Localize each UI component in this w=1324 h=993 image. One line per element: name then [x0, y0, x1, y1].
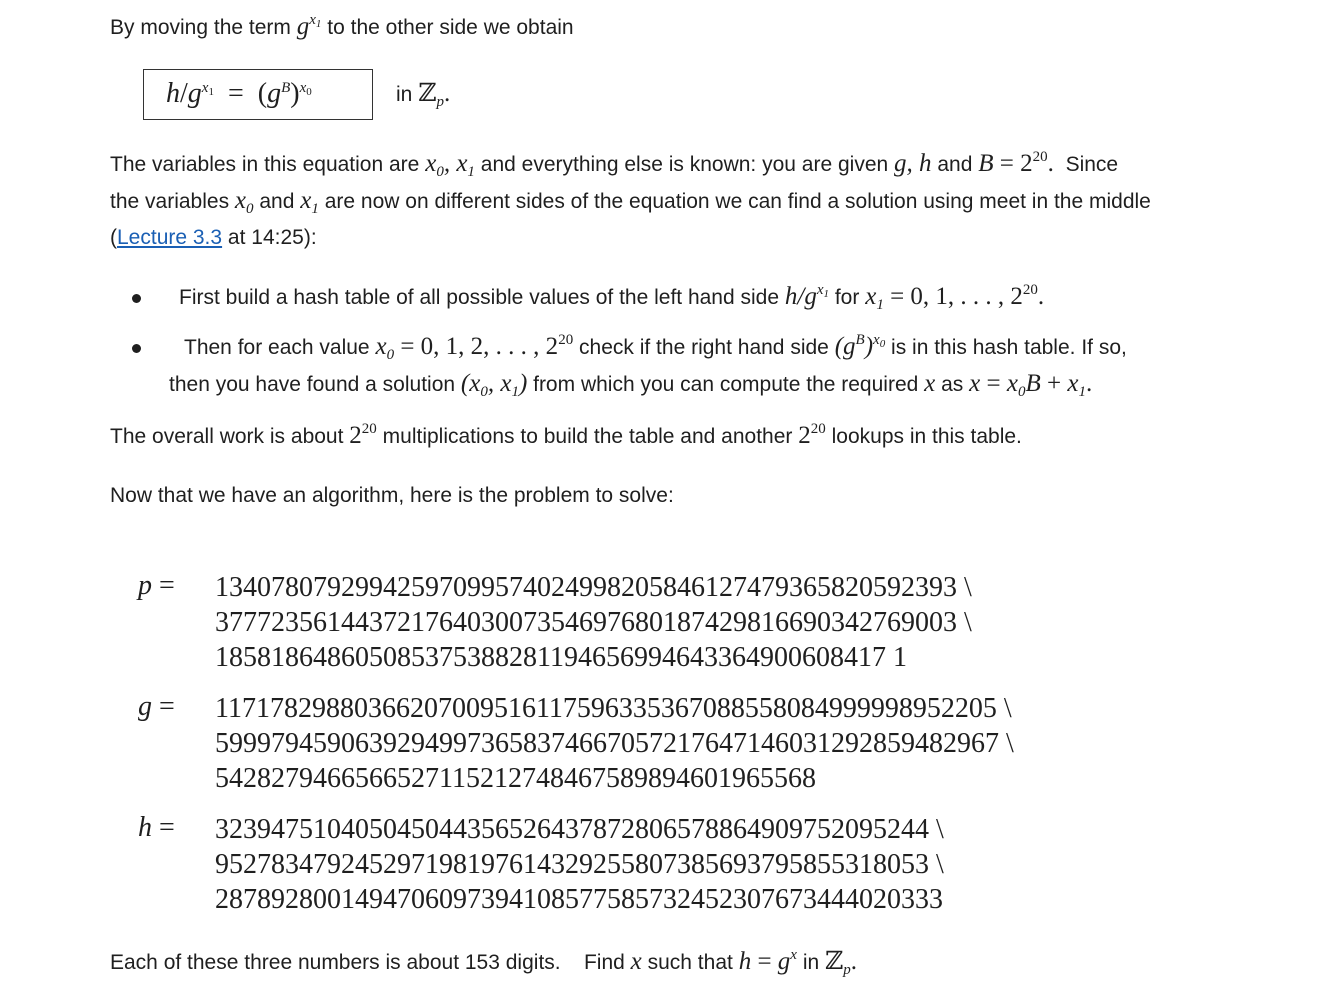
bullet-item-1: First build a hash table of all possible… — [179, 278, 1044, 316]
text-different-sides: are now on different sides of the equati… — [324, 190, 1151, 213]
open-paren: ( — [110, 226, 117, 249]
in-zp-label: in ℤp. — [396, 78, 451, 110]
math-zp-footer: ℤp. — [825, 946, 858, 978]
problem-intro: Now that we have an algorithm, here is t… — [110, 484, 674, 507]
text-variables-are: The variables in this equation are — [110, 153, 420, 176]
math-zp: ℤp. — [418, 78, 451, 110]
bullet-dot-2 — [132, 344, 141, 353]
bullet-2-text-d: then you have found a solution — [169, 373, 456, 396]
variables-line-1: The variables in this equation are x0, x… — [110, 145, 1118, 183]
footer-paragraph: Each of these three numbers is about 153… — [110, 942, 857, 981]
variables-line-2: the variables x0 and x1 are now on diffe… — [110, 182, 1151, 220]
number-h-lines: 3239475104050450443565264378728065788649… — [215, 812, 944, 917]
text-and-2: and — [259, 190, 295, 213]
overall-text-a: The overall work is about — [110, 425, 344, 448]
math-g-h: g, h — [894, 150, 932, 177]
text-at-time: at 14:25): — [227, 226, 317, 249]
h-line-3: 2878928001494706097394108577585732452307… — [215, 884, 943, 915]
math-range-1: = 0, 1, . . . , 220. — [883, 282, 1045, 311]
p-line-3: 1858186486050853753882811946569946433649… — [215, 642, 907, 673]
bullet-1-for: for — [834, 286, 860, 309]
intro-paragraph: By moving the term gx1 to the other side… — [110, 8, 574, 46]
text-everything-else: and everything else is known: you are gi… — [480, 153, 889, 176]
math-x0B-x1: x0B — [1006, 370, 1041, 400]
overall-work-paragraph: The overall work is about 220 multiplica… — [110, 417, 1022, 455]
intro-text-before: By moving the term — [110, 16, 291, 39]
footer-text-find: Find — [583, 951, 625, 974]
math-x0-x1: x0, x1 — [425, 150, 475, 180]
text-the-variables: the variables — [110, 190, 230, 213]
bullet-item-2-line-1: Then for each value x0 = 0, 1, 2, . . . … — [184, 328, 1127, 366]
math-h-over-gx1: h/gx1 — [784, 282, 829, 311]
math-2-20-a: 220 — [349, 421, 377, 450]
math-x0: x0 — [234, 187, 254, 217]
number-p-lines: 1340780792994259709957402499820584612747… — [215, 570, 972, 675]
h-line-1: 3239475104050450443565264378728065788649… — [215, 814, 944, 845]
label-g: g = — [138, 691, 175, 722]
math-range-2: = 0, 1, 2, . . . , 220 — [394, 332, 574, 361]
math-g-x1: gx1 — [296, 12, 322, 41]
math-x: x — [924, 370, 936, 397]
equation-h-over-g: h/gx1 = (gB)x0 — [166, 78, 312, 109]
math-x-formula: x — [969, 370, 981, 397]
math-eq: = — [980, 370, 1007, 397]
math-pair-x0-x1: (x0, x1) — [460, 370, 528, 400]
label-p: p = — [138, 570, 175, 601]
math-plus: + — [1040, 370, 1068, 397]
math-eq-2-20: = 220. — [993, 149, 1054, 178]
math-period: . — [1085, 370, 1093, 397]
footer-text-such-that: such that — [647, 951, 733, 974]
intro-text-after: to the other side we obtain — [327, 16, 574, 39]
in-word: in — [396, 83, 413, 106]
footer-text-in: in — [802, 951, 820, 974]
math-g-pow-x: gx — [777, 947, 797, 976]
bullet-2-text-a: Then for each value — [184, 336, 370, 359]
label-h: h = — [138, 812, 175, 843]
text-since: Since — [1065, 153, 1119, 176]
math-eq-footer: = — [751, 948, 778, 975]
variables-line-3: (Lecture 3.3 at 14:25): — [110, 219, 317, 256]
math-2-20-b: 220 — [798, 421, 826, 450]
math-h-eq-gx: h — [738, 948, 752, 975]
math-B-eq: B — [978, 150, 994, 177]
math-x-find: x — [630, 948, 642, 975]
g-line-3: 5428279466566527115212748467589894601965… — [215, 763, 816, 794]
math-x1-end: x1 — [1067, 370, 1086, 400]
math-x0-range: x0 — [375, 333, 395, 363]
lecture-link[interactable]: Lecture 3.3 — [117, 226, 222, 249]
math-gB-x0: (gB)x0 — [834, 332, 886, 361]
bullet-dot-1 — [132, 294, 141, 303]
h-line-2: 9527834792452971981976143292558073856937… — [215, 849, 944, 880]
math-x1-range: x1 — [865, 283, 884, 313]
p-line-1: 1340780792994259709957402499820584612747… — [215, 572, 972, 603]
bullet-2-text-c: is in this hash table. If so, — [891, 336, 1127, 359]
bullet-2-text-e: from which you can compute the required — [533, 373, 919, 396]
math-x1: x1 — [300, 187, 319, 217]
g-line-1: 1171782988036620700951611759633536708855… — [215, 693, 1012, 724]
bullet-item-2-line-2: then you have found a solution (x0, x1) … — [169, 365, 1092, 403]
bullet-2-text-f: as — [941, 373, 964, 396]
overall-text-c: lookups in this table. — [831, 425, 1022, 448]
number-g-lines: 1171782988036620700951611759633536708855… — [215, 691, 1014, 796]
g-line-2: 5999794590639294997365837466705721764714… — [215, 728, 1014, 759]
p-line-2: 3777235614437217640300735469768018742981… — [215, 607, 972, 638]
bullet-2-text-b: check if the right hand side — [579, 336, 829, 359]
bullet-1-text: First build a hash table of all possible… — [179, 286, 780, 309]
boxed-equation: h/gx1 = (gB)x0 — [143, 69, 373, 120]
text-and: and — [937, 153, 973, 176]
footer-text-a: Each of these three numbers is about 153… — [110, 951, 561, 974]
overall-text-b: multiplications to build the table and a… — [382, 425, 793, 448]
